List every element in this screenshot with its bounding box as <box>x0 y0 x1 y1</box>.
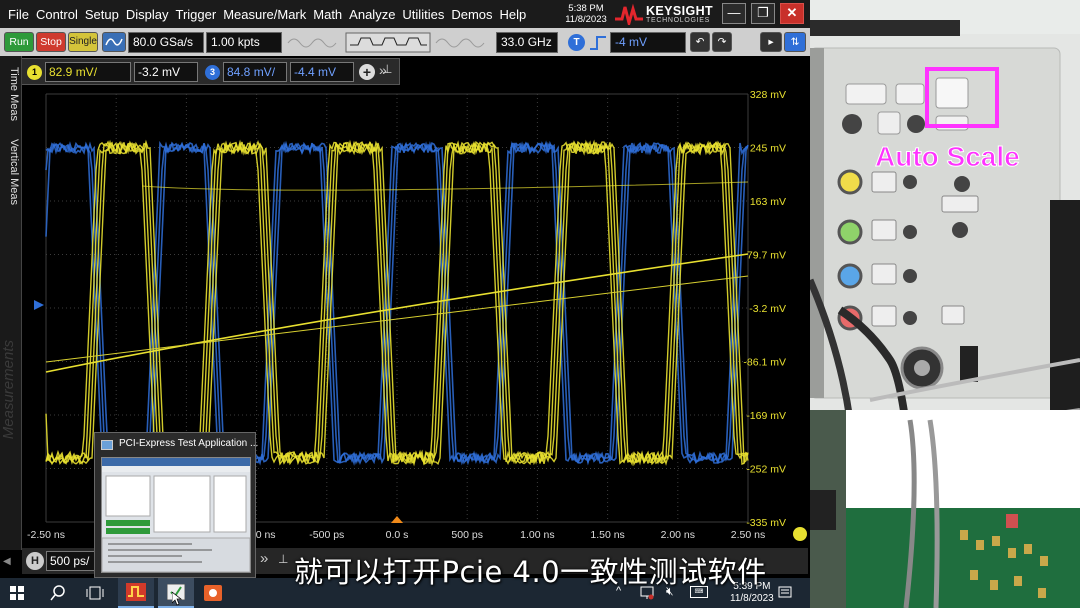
mouse-cursor-icon <box>172 592 182 606</box>
x-axis-label: 1.50 ns <box>590 529 624 541</box>
tab-vertical-meas[interactable]: Vertical Meas <box>2 130 20 214</box>
measure-mode-icon[interactable]: ⇅ <box>784 32 806 52</box>
y-axis-label: -169 mV <box>746 410 786 422</box>
windows-start-icon[interactable] <box>10 586 24 600</box>
brand-sub: TECHNOLOGIES <box>646 17 711 24</box>
y-axis-label: -86.1 mV <box>743 357 786 369</box>
brand-name: KEYSIGHT <box>646 4 714 18</box>
y-axis-label: -335 mV <box>746 517 786 529</box>
popup-thumbnail[interactable] <box>101 457 251 573</box>
task-view-icon[interactable] <box>86 586 104 600</box>
channel-settings-row: 1 82.9 mV/ -3.2 mV 3 84.8 mV/ -4.4 mV + … <box>20 58 400 85</box>
minimize-button[interactable]: — <box>722 3 746 24</box>
channel-1-scale[interactable]: 82.9 mV/ <box>45 62 131 82</box>
measurements-label: Measurements <box>0 340 17 440</box>
acquisition-waveform-icon <box>287 32 485 53</box>
y-axis-label: 163 mV <box>750 196 786 208</box>
menu-utilities[interactable]: Utilities <box>402 7 444 22</box>
video-subtitle: 就可以打开Pcie 4.0一致性测试软件 <box>294 555 767 589</box>
x-axis-label: 0.0 s <box>386 529 409 541</box>
x-axis-label: -500 ps <box>309 529 344 541</box>
x-axis-label: 2.50 ns <box>731 529 765 541</box>
x-axis-label: 2.00 ns <box>661 529 695 541</box>
menu-help[interactable]: Help <box>500 7 527 22</box>
redo-icon[interactable]: ↷ <box>712 32 732 52</box>
menu-analyze[interactable]: Analyze <box>349 7 395 22</box>
x-axis-label: 1.00 ns <box>520 529 554 541</box>
scope-app-taskbar-button[interactable] <box>118 578 154 608</box>
menu-demos[interactable]: Demos <box>451 7 492 22</box>
scope-front-panel-photo <box>810 0 1080 608</box>
pin-icon[interactable]: ⊥ <box>382 62 392 76</box>
undo-icon[interactable]: ↶ <box>690 32 710 52</box>
clock-time: 5:38 PM <box>568 3 604 14</box>
stop-button[interactable]: Stop <box>36 32 66 52</box>
search-icon[interactable] <box>50 585 66 601</box>
tools-icon[interactable]: ▸ <box>760 32 782 52</box>
trigger-level-field[interactable]: -4 mV <box>610 32 686 53</box>
collapse-arrow-icon[interactable]: ◀ <box>3 556 11 567</box>
horizontal-badge[interactable]: H <box>26 552 44 570</box>
instrument-photo <box>810 0 1080 608</box>
trigger-badge[interactable]: T <box>568 34 585 51</box>
y-axis-label: 245 mV <box>750 143 786 155</box>
channel-3-scale[interactable]: 84.8 mV/ <box>223 62 287 82</box>
memory-depth-field[interactable]: 1.00 kpts <box>206 32 282 53</box>
keysight-wave-icon <box>615 3 643 25</box>
app-window-icon <box>101 440 113 450</box>
channel-1-offset[interactable]: -3.2 mV <box>134 62 198 82</box>
menu-setup[interactable]: Setup <box>85 7 119 22</box>
photos-app-icon[interactable] <box>204 585 222 601</box>
notifications-icon[interactable] <box>778 586 792 600</box>
restore-button[interactable]: ❐ <box>751 3 775 24</box>
clock-date: 11/8/2023 <box>565 14 607 25</box>
sample-rate-field[interactable]: 80.0 GSa/s <box>128 32 204 53</box>
add-channel-icon[interactable]: + <box>359 64 375 80</box>
run-button[interactable]: Run <box>4 32 34 52</box>
y-axis-label: -3.2 mV <box>749 303 786 315</box>
y-axis-label: -252 mV <box>746 464 786 476</box>
scope-app-icon <box>126 583 146 601</box>
scope-toolbar: Run Stop Single 80.0 GSa/s 1.00 kpts 33.… <box>0 28 810 56</box>
y-axis-label: 79.7 mV <box>747 250 786 262</box>
channel-3-offset[interactable]: -4.4 mV <box>290 62 354 82</box>
popup-title: PCI-Express Test Application ... <box>119 438 259 449</box>
channel-1-ground-marker-icon[interactable] <box>793 527 807 541</box>
menu-trigger[interactable]: Trigger <box>175 7 216 22</box>
x-axis-label: -2.50 ns <box>27 529 65 541</box>
menu-measure-mark[interactable]: Measure/Mark <box>223 7 306 22</box>
menu-control[interactable]: Control <box>36 7 78 22</box>
timebase-pin-icon[interactable]: ⊥ <box>278 552 288 566</box>
rising-edge-icon[interactable] <box>588 34 608 52</box>
taskbar-preview-popup[interactable]: PCI-Express Test Application ... <box>94 432 259 578</box>
autoscale-icon[interactable] <box>102 32 126 52</box>
tray-date: 11/8/2023 <box>730 593 774 604</box>
channel-3-badge[interactable]: 3 <box>205 65 220 80</box>
scope-clock: 5:38 PM 11/8/2023 <box>558 3 614 25</box>
menu-display[interactable]: Display <box>126 7 169 22</box>
auto-scale-annotation: Auto Scale <box>875 141 1021 173</box>
keysight-logo: KEYSIGHT TECHNOLOGIES <box>614 3 718 25</box>
close-button[interactable]: ✕ <box>780 3 804 24</box>
x-axis-label: 500 ps <box>451 529 483 541</box>
timebase-chevron-icon[interactable]: » <box>260 550 268 567</box>
side-tabs: Time Meas Vertical Meas <box>0 56 22 550</box>
menu-math[interactable]: Math <box>313 7 342 22</box>
single-button[interactable]: Single <box>68 32 98 52</box>
menu-file[interactable]: File <box>8 7 29 22</box>
y-axis-label: 328 mV <box>750 89 786 101</box>
bandwidth-field[interactable]: 33.0 GHz <box>496 32 558 53</box>
tab-time-meas[interactable]: Time Meas <box>2 64 20 124</box>
channel-1-badge[interactable]: 1 <box>27 65 42 80</box>
